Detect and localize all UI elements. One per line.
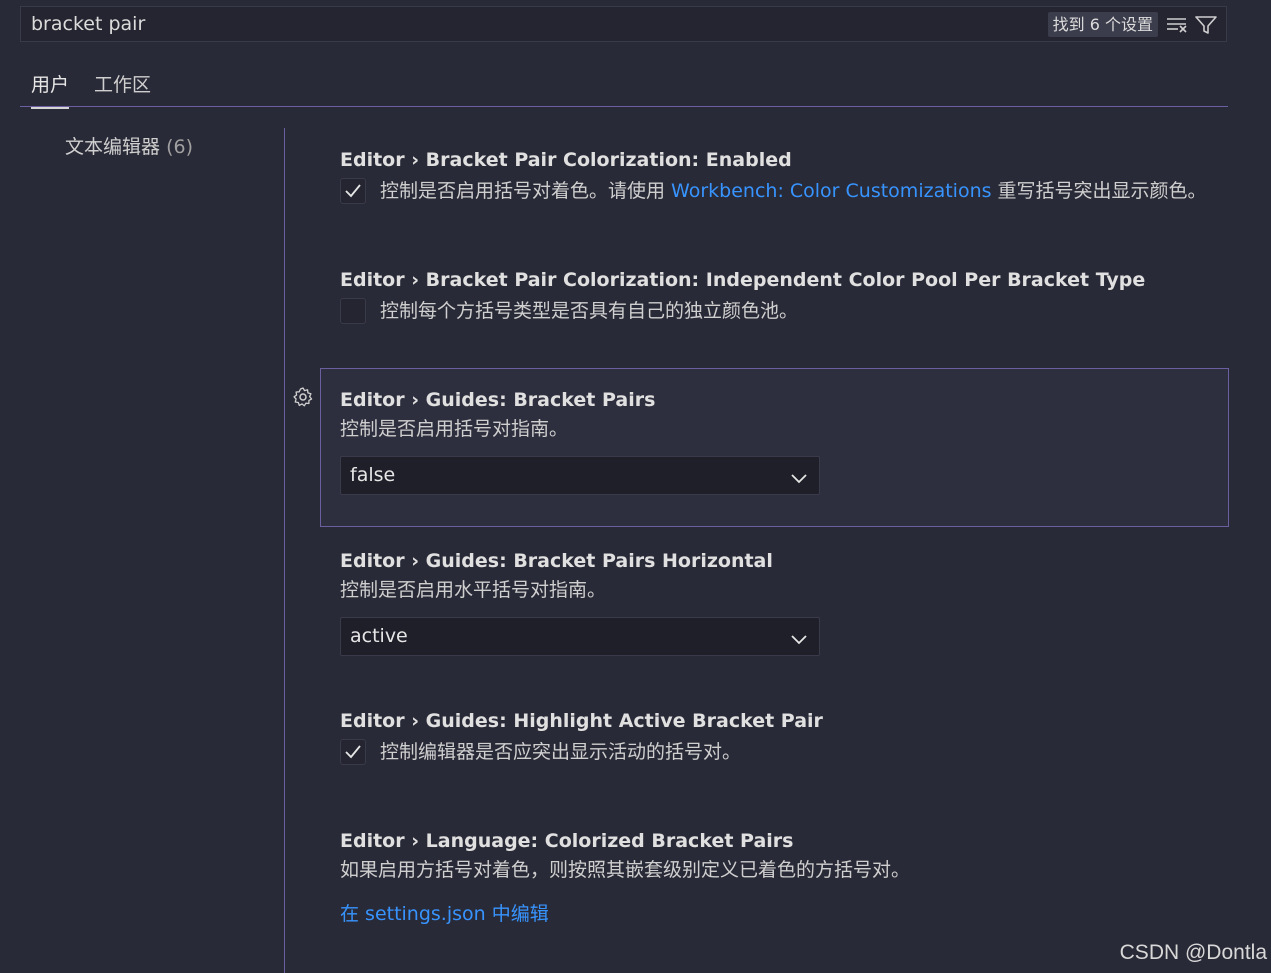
toc-item-label: 文本编辑器 — [65, 136, 161, 158]
filter-icon[interactable] — [1193, 12, 1219, 38]
setting-title: Editor › Guides: Bracket Pairs Horizonta… — [340, 547, 1220, 575]
tab-workspace[interactable]: 工作区 — [94, 70, 151, 107]
setting-name: Bracket Pair Colorization: Enabled — [425, 149, 792, 171]
setting-title: Editor › Language: Colorized Bracket Pai… — [340, 827, 1220, 855]
setting-title: Editor › Bracket Pair Colorization: Enab… — [340, 146, 1220, 174]
setting-value-row: 控制编辑器是否应突出显示活动的括号对。 — [340, 735, 1220, 769]
description-text: 重写括号突出显示颜色。 — [991, 180, 1207, 202]
setting-category: Editor › — [340, 269, 426, 291]
edit-in-settings-json-link[interactable]: 在 settings.json 中编辑 — [340, 899, 1220, 926]
toc-item-count: (6) — [166, 136, 193, 158]
setting-name: Language: Colorized Bracket Pairs — [425, 830, 794, 852]
settings-scope-tabs: 用户 工作区 — [20, 62, 1228, 109]
description-text: 控制是否启用括号对着色。请使用 — [380, 180, 672, 202]
setting-guides-bracket-pairs: Editor › Guides: Bracket Pairs 控制是否启用括号对… — [340, 386, 1220, 495]
search-bar: 找到 6 个设置 — [20, 6, 1227, 42]
bracket-pairs-horizontal-select[interactable]: active — [340, 617, 820, 656]
setting-title: Editor › Bracket Pair Colorization: Inde… — [340, 266, 1220, 294]
setting-category: Editor › — [340, 830, 426, 852]
setting-value-row: 控制是否启用括号对着色。请使用 Workbench: Color Customi… — [340, 174, 1220, 208]
setting-description: 如果启用方括号对着色，则按照其嵌套级别定义已着色的方括号对。 — [340, 859, 911, 881]
setting-checkbox[interactable] — [340, 178, 366, 204]
chevron-down-icon — [791, 469, 807, 488]
setting-category: Editor › — [340, 389, 426, 411]
setting-category: Editor › — [340, 149, 426, 171]
toc-divider — [284, 128, 285, 973]
setting-name: Guides: Bracket Pairs — [425, 389, 656, 411]
setting-guides-bracket-pairs-horizontal: Editor › Guides: Bracket Pairs Horizonta… — [340, 547, 1220, 656]
setting-title: Editor › Guides: Bracket Pairs — [340, 386, 1220, 414]
settings-editor: 找到 6 个设置 用户 工作区 文本编辑器 (6) — [0, 0, 1271, 973]
setting-description: 控制每个方括号类型是否具有自己的独立颜色池。 — [380, 300, 799, 322]
clear-filter-icon[interactable] — [1164, 12, 1190, 38]
bracket-pairs-select[interactable]: false — [340, 456, 820, 495]
setting-description: 控制是否启用水平括号对指南。 — [340, 579, 607, 601]
setting-description: 控制编辑器是否应突出显示活动的括号对。 — [380, 741, 742, 763]
setting-name: Bracket Pair Colorization: Independent C… — [425, 269, 1146, 291]
setting-value-row: 控制每个方括号类型是否具有自己的独立颜色池。 — [340, 294, 1220, 328]
setting-name: Guides: Bracket Pairs Horizontal — [425, 550, 773, 572]
setting-checkbox[interactable] — [340, 298, 366, 324]
select-value: false — [350, 464, 396, 486]
select-value: active — [350, 625, 408, 647]
setting-highlight-active-bracket-pair: Editor › Guides: Highlight Active Bracke… — [340, 707, 1220, 769]
setting-name: Guides: Highlight Active Bracket Pair — [425, 710, 823, 732]
gear-icon[interactable] — [292, 386, 314, 408]
setting-bracket-pair-colorization-enabled: Editor › Bracket Pair Colorization: Enab… — [340, 146, 1220, 208]
setting-title: Editor › Guides: Highlight Active Bracke… — [340, 707, 1220, 735]
search-input[interactable] — [31, 7, 931, 41]
setting-colorized-bracket-pairs: Editor › Language: Colorized Bracket Pai… — [340, 827, 1220, 926]
setting-description: 控制是否启用括号对着色。请使用 Workbench: Color Customi… — [380, 174, 1207, 208]
setting-checkbox[interactable] — [340, 739, 366, 765]
setting-category: Editor › — [340, 550, 426, 572]
setting-category: Editor › — [340, 710, 426, 732]
result-count-badge: 找到 6 个设置 — [1047, 12, 1158, 37]
tab-user[interactable]: 用户 — [31, 70, 70, 109]
chevron-down-icon — [791, 630, 807, 649]
color-customizations-link[interactable]: Workbench: Color Customizations — [671, 180, 991, 202]
setting-independent-color-pool: Editor › Bracket Pair Colorization: Inde… — [340, 266, 1220, 328]
toc-item-text-editor[interactable]: 文本编辑器 (6) — [65, 132, 193, 159]
setting-description: 控制是否启用括号对指南。 — [340, 418, 569, 440]
watermark: CSDN @Dontla — [1119, 941, 1267, 964]
